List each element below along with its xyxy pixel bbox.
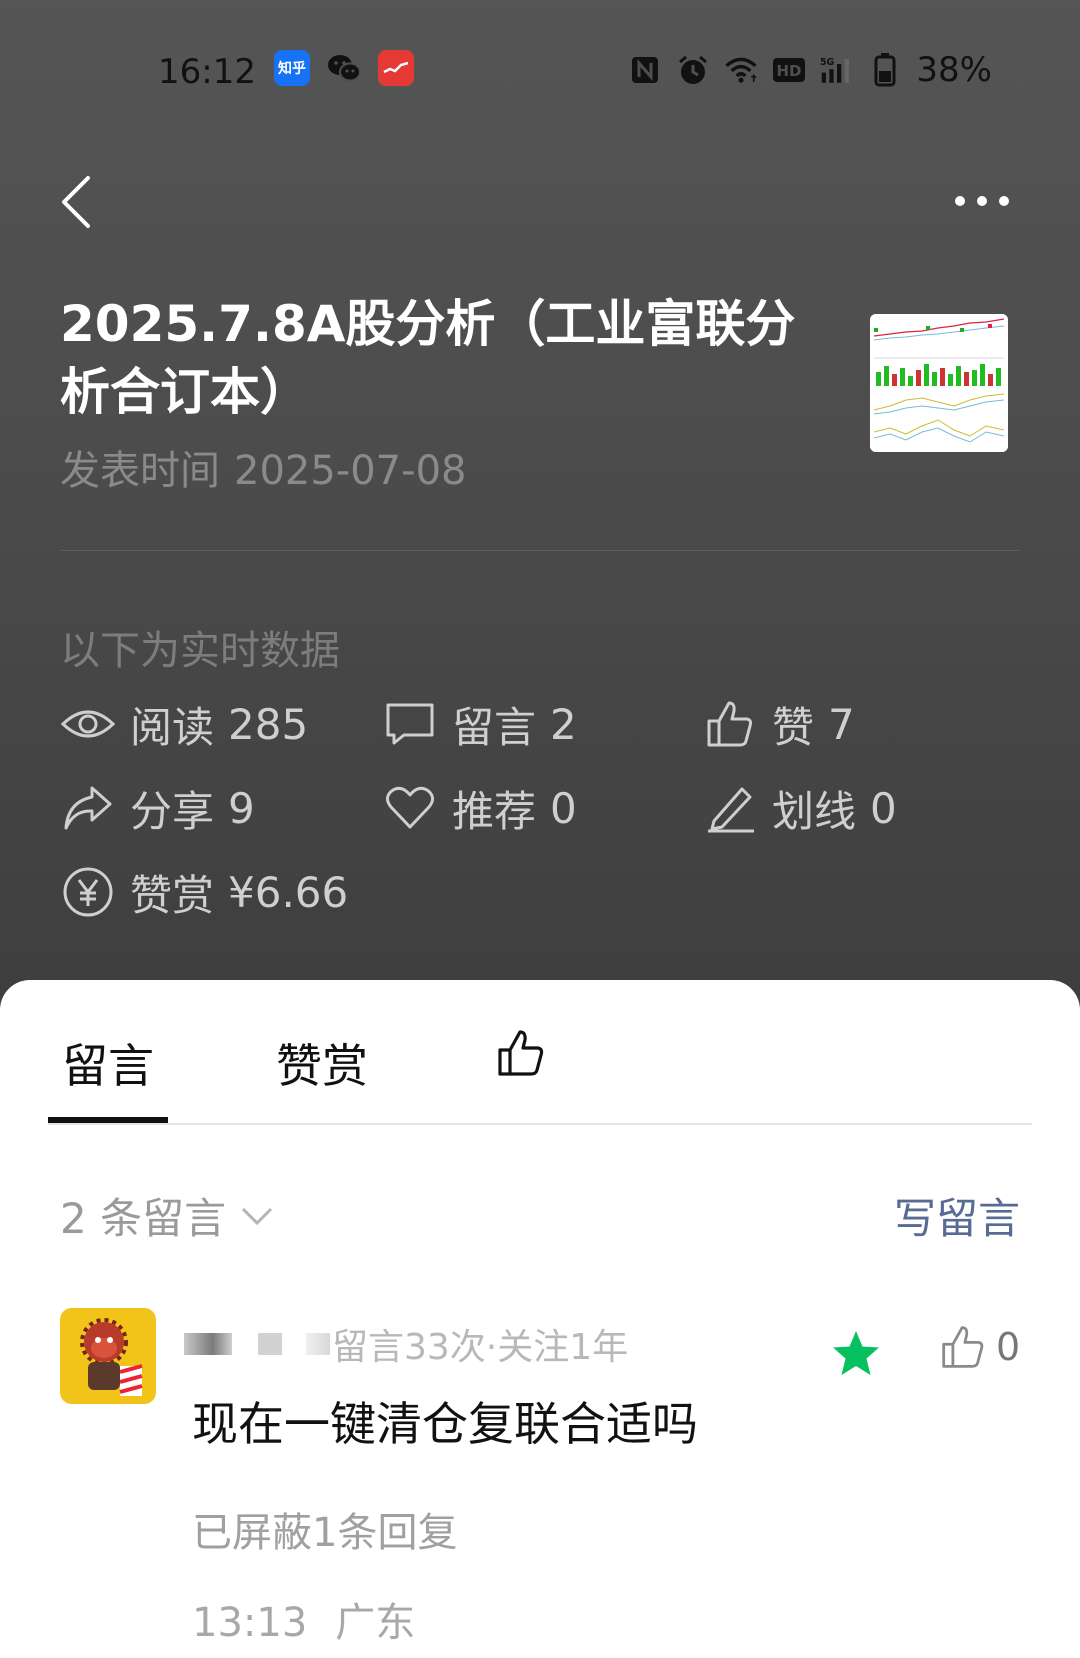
status-indicators: HD 5G 38% — [628, 50, 992, 90]
share-arrow-icon — [60, 780, 116, 836]
stat-value: 0 — [870, 783, 897, 833]
chevron-down-icon — [242, 1207, 273, 1225]
article-stats-panel: 16:12 知乎 HD 5G 38% 2025.7.8A股分析（工业富联分析合订… — [0, 0, 1080, 1010]
stat-recommends: 推荐 0 — [382, 778, 577, 838]
comment-footer: 13:13 广东 — [192, 1590, 415, 1648]
battery-percent: 38% — [916, 50, 992, 90]
comment-like-count: 0 — [996, 1325, 1021, 1369]
comment-location: 广东 — [335, 1600, 416, 1646]
hidden-replies-link[interactable]: 已屏蔽1条回复 — [192, 1500, 457, 1558]
avatar[interactable] — [60, 1308, 156, 1404]
divider — [60, 550, 1020, 551]
back-button[interactable] — [58, 172, 98, 232]
status-time: 16:12 — [158, 52, 256, 92]
comment-count: 2 条留言 — [60, 1194, 227, 1243]
thumbs-up-icon — [942, 1326, 984, 1368]
stat-value: 285 — [228, 699, 309, 749]
tab-bar: 留言 赞赏 — [48, 980, 1032, 1125]
blurred-username — [184, 1333, 232, 1355]
stat-label: 推荐 — [452, 786, 537, 836]
yuan-coin-icon — [60, 864, 116, 920]
stat-label: 划线 — [772, 786, 857, 836]
status-bar: 16:12 知乎 HD 5G 38% — [0, 40, 1080, 100]
tab-reward[interactable]: 赞赏 — [276, 1030, 368, 1096]
stat-value: 7 — [828, 699, 855, 749]
comments-sheet: 留言 赞赏 2 条留言 写留言 留言33次·关注1年 0 现在一键清仓复联合适吗… — [0, 980, 1080, 1658]
write-comment-button[interactable]: 写留言 — [894, 1185, 1020, 1246]
article-title: 2025.7.8A股分析（工业富联分析合订本） — [60, 295, 796, 421]
stat-value: ¥6.66 — [228, 867, 349, 917]
signal-5g-icon: 5G — [820, 52, 854, 88]
stat-shares: 分享 9 — [60, 778, 255, 838]
tab-comments[interactable]: 留言 — [62, 1030, 154, 1096]
stat-comments: 留言 2 — [382, 694, 577, 754]
stat-label: 分享 — [130, 786, 215, 836]
stat-label: 留言 — [452, 702, 537, 752]
stat-label: 赞 — [772, 702, 815, 752]
blurred-text — [306, 1333, 330, 1355]
wechat-app-icon — [326, 50, 362, 86]
comment-meta: 留言33次·关注1年 — [184, 1318, 628, 1370]
nfc-icon — [628, 52, 662, 88]
svg-text:HD: HD — [777, 62, 802, 80]
battery-icon — [868, 52, 902, 88]
realtime-data-label: 以下为实时数据 — [60, 628, 340, 674]
comment-like-button[interactable]: 0 — [940, 1324, 1020, 1370]
article-thumbnail[interactable] — [870, 314, 1008, 452]
blurred-badge — [258, 1333, 282, 1355]
more-options-button[interactable] — [952, 186, 1012, 216]
svg-text:5G: 5G — [820, 57, 834, 68]
hd-icon: HD — [772, 52, 806, 88]
stat-value: 9 — [228, 783, 255, 833]
publish-date: 2025-07-08 — [234, 448, 467, 494]
tab-likes[interactable] — [496, 1028, 546, 1089]
stat-value: 2 — [550, 699, 577, 749]
stat-reads: 阅读 285 — [60, 694, 308, 754]
stock-app-icon — [378, 50, 414, 86]
publish-label: 发表时间 — [60, 448, 220, 494]
thumbs-up-icon — [498, 1030, 544, 1076]
publish-time: 发表时间 2025-07-08 — [60, 438, 466, 496]
comment-count-dropdown[interactable]: 2 条留言 — [60, 1185, 274, 1246]
stat-likes: 赞 7 — [702, 694, 855, 754]
featured-star-icon[interactable] — [830, 1328, 882, 1380]
stat-underlines: 划线 0 — [702, 778, 897, 838]
thumbs-up-icon — [702, 696, 758, 752]
eye-icon — [60, 696, 116, 752]
zhihu-app-icon: 知乎 — [274, 50, 310, 86]
stat-label: 赞赏 — [130, 870, 215, 920]
heart-icon — [382, 780, 438, 836]
pen-icon — [702, 780, 758, 836]
comment-bubble-icon — [382, 696, 438, 752]
stat-rewards: 赞赏 ¥6.66 — [60, 862, 348, 922]
comment-text: 现在一键清仓复联合适吗 — [192, 1397, 698, 1451]
comment-time: 13:13 — [192, 1600, 308, 1646]
wifi-icon — [724, 52, 758, 88]
stat-value: 0 — [550, 783, 577, 833]
comment-user-stats: 留言33次·关注1年 — [332, 1327, 629, 1368]
stat-label: 阅读 — [130, 702, 215, 752]
active-tab-indicator — [48, 1117, 168, 1123]
alarm-icon — [676, 52, 710, 88]
